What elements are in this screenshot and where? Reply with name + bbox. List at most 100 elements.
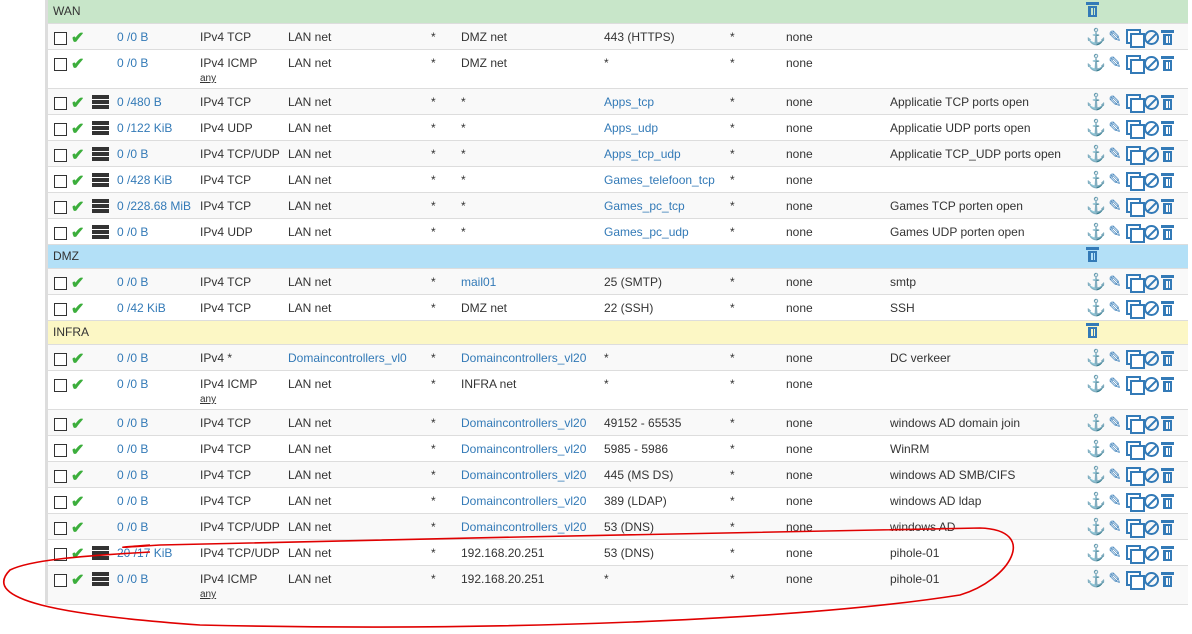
states-link[interactable]: 0 /0 B [117, 442, 148, 456]
copy-icon[interactable] [1126, 120, 1145, 139]
anchor-icon[interactable]: ⚓ [1086, 348, 1106, 368]
delete-section-trash-icon[interactable] [1086, 323, 1099, 338]
edit-pencil-icon[interactable]: ✎ [1106, 348, 1124, 368]
delete-trash-icon[interactable] [1161, 274, 1174, 290]
row-select-checkbox[interactable] [54, 201, 67, 214]
anchor-icon[interactable]: ⚓ [1086, 222, 1106, 242]
pass-check-icon[interactable]: ✔ [71, 375, 84, 395]
anchor-icon[interactable]: ⚓ [1086, 374, 1106, 394]
pass-check-icon[interactable]: ✔ [71, 93, 84, 113]
row-select-checkbox[interactable] [54, 123, 67, 136]
anchor-icon[interactable]: ⚓ [1086, 27, 1106, 47]
delete-trash-icon[interactable] [1161, 415, 1174, 431]
edit-pencil-icon[interactable]: ✎ [1106, 413, 1124, 433]
anchor-icon[interactable]: ⚓ [1086, 465, 1106, 485]
anchor-icon[interactable]: ⚓ [1086, 569, 1106, 589]
anchor-icon[interactable]: ⚓ [1086, 298, 1106, 318]
destination-port-alias-link[interactable]: Apps_tcp_udp [604, 147, 681, 161]
pass-check-icon[interactable]: ✔ [71, 544, 84, 564]
pass-check-icon[interactable]: ✔ [71, 119, 84, 139]
anchor-icon[interactable]: ⚓ [1086, 439, 1106, 459]
disable-ban-icon[interactable] [1144, 441, 1159, 457]
edit-pencil-icon[interactable]: ✎ [1106, 272, 1124, 292]
pass-check-icon[interactable]: ✔ [71, 466, 84, 486]
delete-trash-icon[interactable] [1161, 467, 1174, 483]
icmp-type-link[interactable]: any [200, 73, 216, 84]
disable-ban-icon[interactable] [1144, 224, 1159, 240]
states-link[interactable]: 0 /0 B [117, 351, 148, 365]
copy-icon[interactable] [1126, 146, 1145, 165]
anchor-icon[interactable]: ⚓ [1086, 196, 1106, 216]
anchor-icon[interactable]: ⚓ [1086, 92, 1106, 112]
pass-check-icon[interactable]: ✔ [71, 349, 84, 369]
anchor-icon[interactable]: ⚓ [1086, 543, 1106, 563]
anchor-icon[interactable]: ⚓ [1086, 118, 1106, 138]
copy-icon[interactable] [1126, 172, 1145, 191]
copy-icon[interactable] [1126, 415, 1145, 434]
row-select-checkbox[interactable] [54, 379, 67, 392]
delete-trash-icon[interactable] [1161, 376, 1174, 392]
delete-trash-icon[interactable] [1161, 224, 1174, 240]
delete-section-trash-icon[interactable] [1086, 2, 1099, 17]
copy-icon[interactable] [1126, 545, 1145, 564]
edit-pencil-icon[interactable]: ✎ [1106, 27, 1124, 47]
disable-ban-icon[interactable] [1144, 376, 1159, 392]
edit-pencil-icon[interactable]: ✎ [1106, 439, 1124, 459]
destination-alias-link[interactable]: mail01 [461, 275, 496, 289]
pass-check-icon[interactable]: ✔ [71, 171, 84, 191]
disable-ban-icon[interactable] [1144, 350, 1159, 366]
states-link[interactable]: 0 /0 B [117, 30, 148, 44]
disable-ban-icon[interactable] [1144, 415, 1159, 431]
row-select-checkbox[interactable] [54, 444, 67, 457]
edit-pencil-icon[interactable]: ✎ [1106, 298, 1124, 318]
row-select-checkbox[interactable] [54, 418, 67, 431]
edit-pencil-icon[interactable]: ✎ [1106, 517, 1124, 537]
copy-icon[interactable] [1126, 55, 1145, 74]
anchor-icon[interactable]: ⚓ [1086, 517, 1106, 537]
row-select-checkbox[interactable] [54, 496, 67, 509]
states-link[interactable]: 0 /42 KiB [117, 301, 166, 315]
pass-check-icon[interactable]: ✔ [71, 145, 84, 165]
row-select-checkbox[interactable] [54, 353, 67, 366]
destination-port-alias-link[interactable]: Games_pc_tcp [604, 199, 685, 213]
edit-pencil-icon[interactable]: ✎ [1106, 118, 1124, 138]
edit-pencil-icon[interactable]: ✎ [1106, 491, 1124, 511]
pass-check-icon[interactable]: ✔ [71, 54, 84, 74]
states-link[interactable]: 0 /480 B [117, 95, 162, 109]
disable-ban-icon[interactable] [1144, 493, 1159, 509]
copy-icon[interactable] [1126, 350, 1145, 369]
pass-check-icon[interactable]: ✔ [71, 28, 84, 48]
states-link[interactable]: 20 /17 KiB [117, 546, 172, 560]
destination-port-alias-link[interactable]: Games_pc_udp [604, 225, 689, 239]
states-link[interactable]: 0 /0 B [117, 56, 148, 70]
icmp-type-link[interactable]: any [200, 589, 216, 600]
pass-check-icon[interactable]: ✔ [71, 518, 84, 538]
delete-trash-icon[interactable] [1161, 29, 1174, 45]
row-select-checkbox[interactable] [54, 470, 67, 483]
row-select-checkbox[interactable] [54, 277, 67, 290]
source-alias-link[interactable]: Domaincontrollers_vl0 [288, 351, 407, 365]
destination-alias-link[interactable]: Domaincontrollers_vl20 [461, 442, 586, 456]
copy-icon[interactable] [1126, 29, 1145, 48]
states-link[interactable]: 0 /0 B [117, 572, 148, 586]
delete-section-trash-icon[interactable] [1086, 247, 1099, 262]
states-link[interactable]: 0 /0 B [117, 416, 148, 430]
destination-alias-link[interactable]: Domaincontrollers_vl20 [461, 416, 586, 430]
pass-check-icon[interactable]: ✔ [71, 223, 84, 243]
copy-icon[interactable] [1126, 376, 1145, 395]
copy-icon[interactable] [1126, 441, 1145, 460]
row-select-checkbox[interactable] [54, 522, 67, 535]
copy-icon[interactable] [1126, 571, 1145, 590]
copy-icon[interactable] [1126, 467, 1145, 486]
row-select-checkbox[interactable] [54, 149, 67, 162]
disable-ban-icon[interactable] [1144, 198, 1159, 214]
delete-trash-icon[interactable] [1161, 350, 1174, 366]
copy-icon[interactable] [1126, 224, 1145, 243]
edit-pencil-icon[interactable]: ✎ [1106, 543, 1124, 563]
edit-pencil-icon[interactable]: ✎ [1106, 222, 1124, 242]
states-link[interactable]: 0 /0 B [117, 275, 148, 289]
delete-trash-icon[interactable] [1161, 55, 1174, 71]
destination-port-alias-link[interactable]: Apps_tcp [604, 95, 654, 109]
disable-ban-icon[interactable] [1144, 172, 1159, 188]
destination-port-alias-link[interactable]: Apps_udp [604, 121, 658, 135]
